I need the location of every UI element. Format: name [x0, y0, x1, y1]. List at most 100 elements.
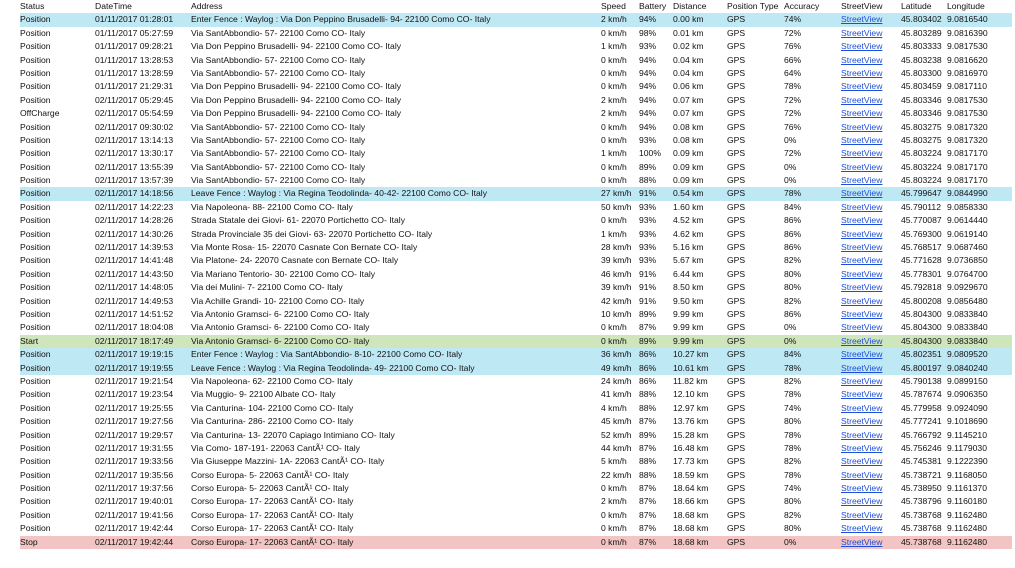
streetview-link[interactable]: StreetView	[841, 455, 901, 468]
table-row: Position 01/11/2017 09:28:21 Via Don Peppi…	[20, 40, 1012, 53]
longitude-cell: 9.0764700	[947, 268, 988, 279]
streetview-link[interactable]: StreetView	[841, 214, 901, 227]
battery-cell: 94%	[639, 67, 657, 78]
position-type-cell: GPS	[727, 295, 746, 306]
streetview-link[interactable]: StreetView	[841, 268, 901, 281]
streetview-link[interactable]: StreetView	[841, 335, 901, 348]
status-cell: Position	[20, 349, 51, 360]
speed-cell: 0 km/h	[601, 322, 627, 333]
latitude-cell: 45.804300	[901, 335, 942, 346]
streetview-link[interactable]: StreetView	[841, 134, 901, 147]
status-cell: Position	[20, 161, 51, 172]
speed-cell: 52 km/h	[601, 429, 632, 440]
address-cell: Via Don Peppino Brusadelli- 94- 22100 Co…	[191, 94, 402, 105]
position-type-cell: GPS	[727, 108, 746, 119]
position-type-cell: GPS	[727, 228, 746, 239]
distance-cell: 0.08 km	[673, 134, 704, 145]
streetview-link[interactable]: StreetView	[841, 67, 901, 80]
streetview-link[interactable]: StreetView	[841, 482, 901, 495]
streetview-link[interactable]: StreetView	[841, 415, 901, 428]
streetview-link[interactable]: StreetView	[841, 509, 901, 522]
streetview-link[interactable]: StreetView	[841, 348, 901, 361]
streetview-link[interactable]: StreetView	[841, 442, 901, 455]
streetview-link[interactable]: StreetView	[841, 107, 901, 120]
longitude-cell: 9.0906350	[947, 389, 988, 400]
streetview-link[interactable]: StreetView	[841, 161, 901, 174]
latitude-cell: 45.778301	[901, 268, 942, 279]
distance-cell: 9.50 km	[673, 295, 704, 306]
accuracy-cell: 72%	[784, 27, 802, 38]
position-type-cell: GPS	[727, 67, 746, 78]
streetview-link[interactable]: StreetView	[841, 13, 901, 26]
streetview-link[interactable]: StreetView	[841, 228, 901, 241]
address-cell: Via SantAbbondio- 57- 22100 Como CO- Ita…	[191, 161, 366, 172]
datetime-cell: 02/11/2017 14:18:56	[95, 188, 174, 199]
longitude-cell: 9.0736850	[947, 255, 988, 266]
distance-cell: 0.54 km	[673, 188, 704, 199]
battery-cell: 87%	[639, 523, 657, 534]
latitude-cell: 45.787674	[901, 389, 942, 400]
latitude-cell: 45.738950	[901, 483, 942, 494]
streetview-link[interactable]: StreetView	[841, 80, 901, 93]
streetview-link[interactable]: StreetView	[841, 522, 901, 535]
header-position-type: Position Type	[727, 1, 779, 11]
speed-cell: 0 km/h	[601, 134, 627, 145]
datetime-cell: 02/11/2017 19:40:01	[95, 496, 174, 507]
streetview-link[interactable]: StreetView	[841, 187, 901, 200]
table-row: Position 02/11/2017 19:21:54 Via Napoleona…	[20, 375, 1012, 388]
streetview-link[interactable]: StreetView	[841, 40, 901, 53]
table-row: Position 02/11/2017 19:31:55 Via Como- 187…	[20, 442, 1012, 455]
address-cell: Via Platone- 24- 22070 Casnate con Berna…	[191, 255, 399, 266]
streetview-link[interactable]: StreetView	[841, 254, 901, 267]
streetview-link[interactable]: StreetView	[841, 241, 901, 254]
streetview-link[interactable]: StreetView	[841, 201, 901, 214]
longitude-cell: 9.1162480	[947, 509, 987, 520]
distance-cell: 0.01 km	[673, 27, 704, 38]
streetview-link[interactable]: StreetView	[841, 121, 901, 134]
streetview-link[interactable]: StreetView	[841, 27, 901, 40]
address-cell: Via Napoleona- 88- 22100 Como CO- Italy	[191, 201, 353, 212]
streetview-link[interactable]: StreetView	[841, 536, 901, 549]
status-cell: Position	[20, 523, 51, 534]
streetview-link[interactable]: StreetView	[841, 388, 901, 401]
accuracy-cell: 82%	[784, 295, 802, 306]
battery-cell: 87%	[639, 442, 657, 453]
speed-cell: 2 km/h	[601, 14, 627, 25]
speed-cell: 39 km/h	[601, 255, 632, 266]
table-row: Position 02/11/2017 19:27:56 Via Canturina…	[20, 415, 1012, 428]
streetview-link[interactable]: StreetView	[841, 54, 901, 67]
streetview-link[interactable]: StreetView	[841, 429, 901, 442]
streetview-link[interactable]: StreetView	[841, 295, 901, 308]
distance-cell: 9.99 km	[673, 308, 704, 319]
datetime-cell: 02/11/2017 05:54:59	[95, 108, 174, 119]
streetview-link[interactable]: StreetView	[841, 174, 901, 187]
datetime-cell: 02/11/2017 14:41:48	[95, 255, 174, 266]
status-cell: Position	[20, 188, 51, 199]
streetview-link[interactable]: StreetView	[841, 495, 901, 508]
streetview-link[interactable]: StreetView	[841, 308, 901, 321]
status-cell: Position	[20, 148, 51, 159]
position-type-cell: GPS	[727, 282, 746, 293]
datetime-cell: 02/11/2017 13:30:17	[95, 148, 174, 159]
streetview-link[interactable]: StreetView	[841, 375, 901, 388]
latitude-cell: 45.777241	[901, 416, 942, 427]
battery-cell: 93%	[639, 228, 657, 239]
latitude-cell: 45.803289	[901, 27, 942, 38]
speed-cell: 2 km/h	[601, 108, 627, 119]
streetview-link[interactable]: StreetView	[841, 469, 901, 482]
distance-cell: 0.07 km	[673, 108, 704, 119]
status-cell: Position	[20, 402, 51, 413]
table-row: Position 02/11/2017 13:30:17 Via SantAbbon…	[20, 147, 1012, 160]
streetview-link[interactable]: StreetView	[841, 94, 901, 107]
status-cell: Position	[20, 282, 51, 293]
streetview-link[interactable]: StreetView	[841, 147, 901, 160]
status-cell: Position	[20, 509, 51, 520]
streetview-link[interactable]: StreetView	[841, 281, 901, 294]
streetview-link[interactable]: StreetView	[841, 402, 901, 415]
streetview-link[interactable]: StreetView	[841, 362, 901, 375]
address-cell: Via dei Mulini- 7- 22100 Como CO- Italy	[191, 282, 343, 293]
position-type-cell: GPS	[727, 201, 746, 212]
streetview-link[interactable]: StreetView	[841, 321, 901, 334]
distance-cell: 4.52 km	[673, 215, 704, 226]
distance-cell: 6.44 km	[673, 268, 704, 279]
